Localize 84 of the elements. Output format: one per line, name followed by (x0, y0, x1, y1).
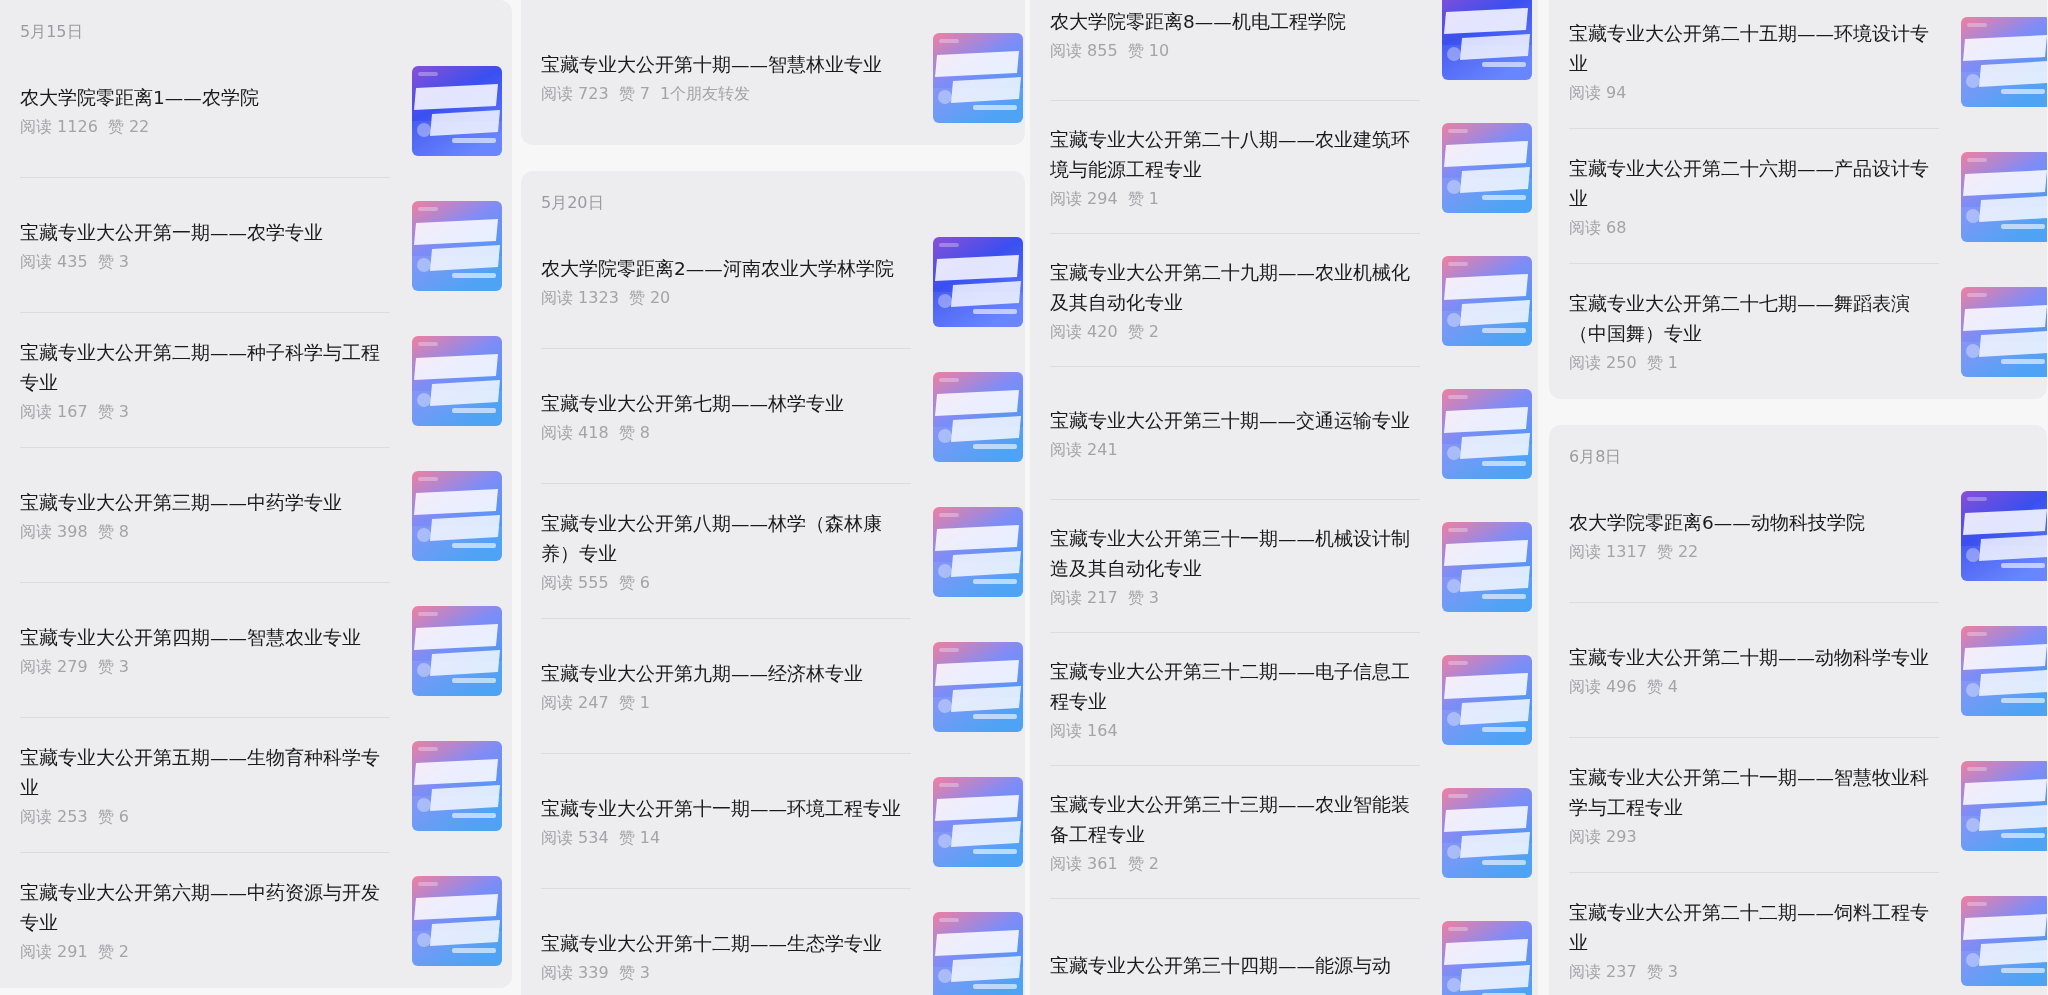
like-count: 赞 7 (618, 84, 650, 105)
article-title[interactable]: 宝藏专业大公开第二十一期——智慧牧业科学与工程专业 (1569, 762, 1939, 823)
share-note: 1个朋友转发 (659, 84, 751, 105)
like-count: 赞 10 (1127, 40, 1170, 62)
article-title[interactable]: 宝藏专业大公开第三十一期——机械设计制造及其自动化专业 (1050, 523, 1420, 584)
like-count: 赞 2 (97, 942, 129, 963)
article-title[interactable]: 宝藏专业大公开第一期——农学专业 (20, 217, 390, 248)
read-count: 阅读 418 (541, 422, 609, 444)
date-label: 5月15日 (20, 21, 84, 43)
article-title[interactable]: 宝藏专业大公开第二十七期——舞蹈表演（中国舞）专业 (1569, 289, 1939, 349)
like-count: 赞 3 (618, 963, 650, 984)
like-count: 赞 3 (1127, 587, 1159, 609)
read-count: 阅读 1323 (541, 287, 619, 309)
read-count: 阅读 250 (1569, 353, 1637, 374)
read-count: 阅读 420 (1050, 321, 1118, 343)
like-count: 赞 4 (1646, 676, 1678, 698)
read-count: 阅读 534 (541, 827, 609, 849)
article-title[interactable]: 宝藏专业大公开第二十九期——农业机械化及其自动化专业 (1050, 257, 1420, 318)
like-count: 赞 8 (97, 521, 129, 543)
read-count: 阅读 361 (1050, 853, 1118, 875)
article-title[interactable]: 宝藏专业大公开第三十二期——电子信息工程专业 (1050, 656, 1420, 717)
article-title[interactable]: 宝藏专业大公开第四期——智慧农业专业 (20, 622, 390, 653)
article-title[interactable]: 宝藏专业大公开第三期——中药学专业 (20, 487, 390, 518)
article-title[interactable]: 宝藏专业大公开第六期——中药资源与开发专业 (20, 878, 390, 938)
like-count: 赞 1 (618, 692, 650, 714)
like-count: 赞 2 (1127, 321, 1159, 343)
article-title[interactable]: 宝藏专业大公开第二十二期——饲料工程专业 (1569, 898, 1939, 958)
read-count: 阅读 291 (20, 942, 88, 963)
article-title[interactable]: 宝藏专业大公开第二期——种子科学与工程专业 (20, 337, 390, 398)
article-title[interactable]: 宝藏专业大公开第八期——林学（森林康养）专业 (541, 508, 911, 569)
article-title[interactable]: 宝藏专业大公开第三十三期——农业智能装备工程专业 (1050, 789, 1420, 850)
read-count: 阅读 855 (1050, 40, 1118, 62)
article-title[interactable]: 宝藏专业大公开第二十期——动物科学专业 (1569, 642, 1939, 673)
read-count: 阅读 237 (1569, 962, 1637, 983)
read-count: 阅读 279 (20, 656, 88, 678)
article-title[interactable]: 宝藏专业大公开第三十期——交通运输专业 (1050, 405, 1420, 436)
article-title[interactable]: 宝藏专业大公开第三十四期——能源与动 (1050, 950, 1420, 981)
article-title[interactable]: 农大学院零距离6——动物科技学院 (1569, 507, 1939, 538)
article-title[interactable]: 宝藏专业大公开第二十八期——农业建筑环境与能源工程专业 (1050, 124, 1420, 185)
like-count: 赞 3 (1646, 962, 1678, 983)
read-count: 阅读 294 (1050, 188, 1118, 210)
article-title[interactable]: 宝藏专业大公开第十二期——生态学专业 (541, 929, 911, 959)
article-title[interactable]: 宝藏专业大公开第十一期——环境工程专业 (541, 793, 911, 824)
read-count: 阅读 1317 (1569, 541, 1647, 563)
article-title[interactable]: 宝藏专业大公开第二十五期——环境设计专业 (1569, 18, 1939, 79)
article-title[interactable]: 宝藏专业大公开第二十六期——产品设计专业 (1569, 153, 1939, 214)
read-count: 阅读 167 (20, 401, 88, 423)
article-title[interactable]: 宝藏专业大公开第七期——林学专业 (541, 388, 911, 419)
read-count: 阅读 164 (1050, 720, 1118, 742)
read-count: 阅读 555 (541, 572, 609, 594)
read-count: 阅读 241 (1050, 439, 1118, 461)
like-count: 赞 3 (97, 656, 129, 678)
like-count: 赞 14 (618, 827, 661, 849)
article-title[interactable]: 农大学院零距离1——农学院 (20, 82, 390, 113)
read-count: 阅读 1126 (20, 116, 98, 138)
like-count: 赞 3 (97, 401, 129, 423)
like-count: 赞 6 (97, 806, 129, 828)
like-count: 赞 22 (1656, 541, 1699, 563)
article-title[interactable]: 宝藏专业大公开第五期——生物育种科学专业 (20, 742, 390, 803)
read-count: 阅读 247 (541, 692, 609, 714)
like-count: 赞 2 (1127, 853, 1159, 875)
like-count: 赞 3 (97, 251, 129, 273)
read-count: 阅读 398 (20, 521, 88, 543)
article-title[interactable]: 宝藏专业大公开第九期——经济林专业 (541, 658, 911, 689)
date-label: 6月8日 (1569, 446, 1623, 468)
read-count: 阅读 94 (1569, 82, 1627, 104)
read-count: 阅读 293 (1569, 826, 1637, 848)
read-count: 阅读 435 (20, 251, 88, 273)
like-count: 赞 1 (1646, 353, 1678, 374)
read-count: 阅读 496 (1569, 676, 1637, 698)
like-count: 赞 6 (618, 572, 650, 594)
article-title[interactable]: 宝藏专业大公开第十期——智慧林业专业 (541, 50, 911, 80)
article-title[interactable]: 农大学院零距离2——河南农业大学林学院 (541, 253, 911, 284)
like-count: 赞 20 (628, 287, 671, 309)
date-label: 5月20日 (541, 192, 605, 214)
read-count: 阅读 339 (541, 963, 609, 984)
like-count: 赞 8 (618, 422, 650, 444)
read-count: 阅读 253 (20, 806, 88, 828)
like-count: 赞 1 (1127, 188, 1159, 210)
article-title[interactable]: 农大学院零距离8——机电工程学院 (1050, 6, 1420, 37)
read-count: 阅读 723 (541, 84, 609, 105)
read-count: 阅读 217 (1050, 587, 1118, 609)
read-count: 阅读 68 (1569, 217, 1627, 239)
like-count: 赞 22 (107, 116, 150, 138)
